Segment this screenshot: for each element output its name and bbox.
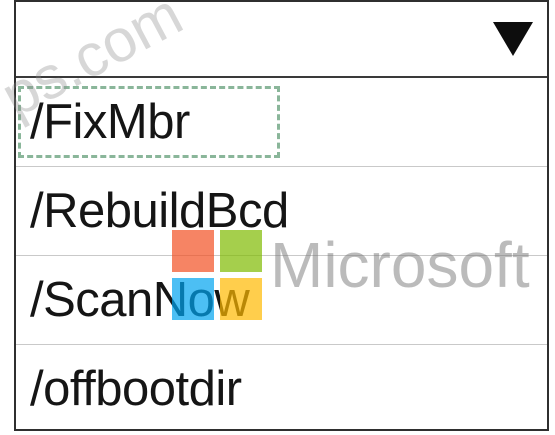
dropdown-option-fixmbr[interactable]: /FixMbr: [16, 78, 547, 167]
dropdown-option-scannow[interactable]: /ScanNow: [16, 256, 547, 345]
dropdown-option-rebuildbcd[interactable]: /RebuildBcd: [16, 167, 547, 256]
dropdown[interactable]: /FixMbr /RebuildBcd /ScanNow /offbootdir: [14, 0, 549, 431]
dropdown-options-list: /FixMbr /RebuildBcd /ScanNow /offbootdir: [16, 78, 547, 434]
dropdown-option-offbootdir[interactable]: /offbootdir: [16, 345, 547, 434]
dropdown-select-box[interactable]: [16, 2, 547, 78]
triangle-down-icon[interactable]: [493, 22, 533, 56]
